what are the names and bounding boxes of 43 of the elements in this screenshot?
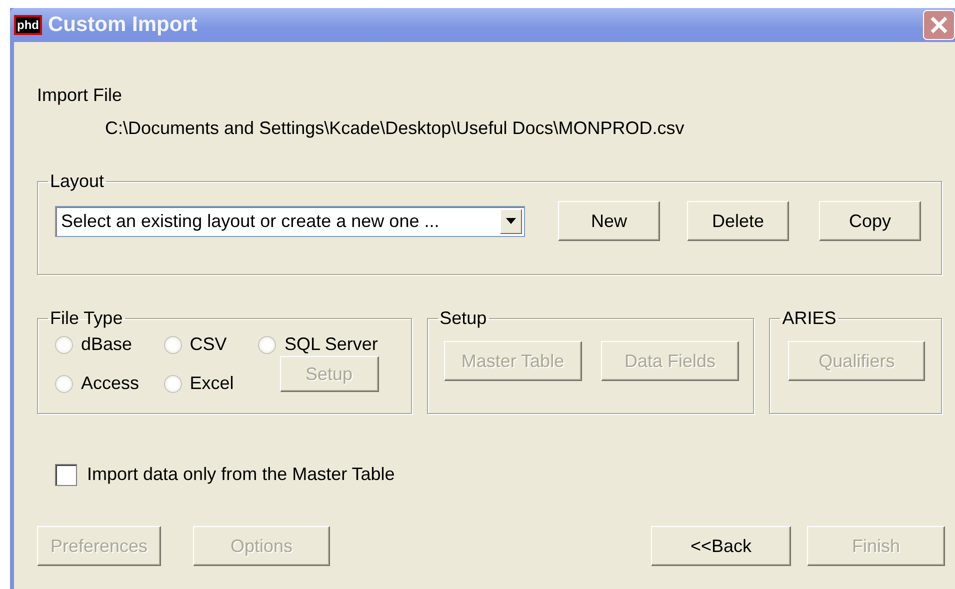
radio-button[interactable] bbox=[55, 336, 73, 354]
radio-button[interactable] bbox=[164, 374, 182, 392]
radio-option[interactable]: CSV bbox=[164, 331, 252, 358]
button: Master Table bbox=[444, 341, 582, 381]
checkbox-option[interactable]: Import data only from the Master Table bbox=[55, 461, 942, 488]
radio-button[interactable] bbox=[55, 374, 73, 392]
group-label: Layout bbox=[49, 170, 106, 192]
radio-button[interactable] bbox=[258, 336, 276, 354]
button: Preferences bbox=[37, 526, 161, 566]
option-label: dBase bbox=[81, 333, 132, 356]
dropdown-value: Select an existing layout or create a new one ... bbox=[61, 210, 440, 233]
radio-option[interactable]: Excel bbox=[164, 370, 252, 397]
button[interactable]: New bbox=[558, 201, 660, 241]
file-path: C:\Documents and Settings\Kcade\Desktop\Useful Docs\MONPROD.csv bbox=[105, 117, 686, 139]
checkbox-label: Import data only from the Master Table bbox=[87, 463, 395, 486]
option-label: Excel bbox=[190, 372, 234, 395]
caret-icon bbox=[506, 218, 516, 224]
app-icon: phd bbox=[14, 15, 42, 35]
button: Data Fields bbox=[600, 341, 740, 381]
group-label: File Type bbox=[49, 307, 124, 329]
close-button[interactable] bbox=[923, 10, 955, 40]
button: Options bbox=[193, 526, 330, 566]
close-icon bbox=[929, 15, 949, 35]
option-label: Access bbox=[81, 372, 140, 395]
window-title: Custom Import bbox=[48, 12, 198, 38]
layout-dropdown[interactable]: Select an existing layout or create a new one ... bbox=[55, 206, 525, 236]
button[interactable]: Copy bbox=[819, 201, 921, 241]
radio-button[interactable] bbox=[164, 336, 182, 354]
option-label: SQL Server bbox=[284, 333, 378, 356]
radio-option[interactable]: dBase bbox=[55, 331, 158, 358]
button: Finish bbox=[807, 526, 945, 566]
checkbox[interactable] bbox=[55, 464, 77, 486]
button[interactable]: <<Back bbox=[651, 526, 791, 566]
button: Qualifiers bbox=[788, 341, 926, 381]
radio-option[interactable]: Access bbox=[55, 370, 158, 397]
dropdown-arrow-button[interactable] bbox=[500, 208, 522, 234]
option-label: CSV bbox=[190, 333, 227, 356]
section-label: Import File bbox=[37, 84, 124, 106]
radio-option[interactable]: SQL Server bbox=[258, 331, 397, 358]
group-label: Setup bbox=[438, 307, 488, 329]
setup-button: Setup bbox=[280, 356, 379, 392]
button[interactable]: Delete bbox=[687, 201, 789, 241]
group-label: ARIES bbox=[781, 307, 838, 329]
